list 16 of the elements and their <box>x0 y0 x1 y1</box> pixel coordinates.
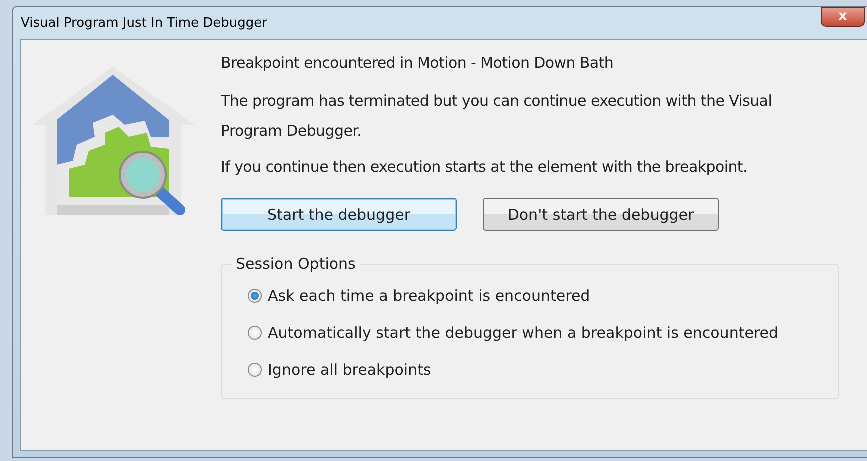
radio-option[interactable]: Ignore all breakpoints <box>248 351 838 388</box>
radio-button[interactable] <box>248 288 262 302</box>
option-label: Ignore all breakpoints <box>268 360 432 378</box>
group-title: Session Options <box>235 255 357 273</box>
radio-button[interactable] <box>248 326 262 340</box>
start-debugger-button[interactable]: Start the debugger <box>221 198 457 231</box>
radio-option[interactable]: Ask each time a breakpoint is encountered <box>248 277 838 314</box>
note-text: If you continue then execution starts at the element with the breakpoint. <box>221 158 748 176</box>
window-title: Visual Program Just In Time Debugger <box>21 16 268 30</box>
breakpoint-heading: Breakpoint encountered in Motion - Motion Down Bath <box>221 54 615 72</box>
message-text: The program has terminated but you can continue execution with the Visual Program Debugger. <box>221 91 774 142</box>
radio-option[interactable]: Automatically start the debugger when a breakpoint is encountered <box>248 314 838 351</box>
radio-button[interactable] <box>248 362 262 376</box>
option-label: Ask each time a breakpoint is encountered <box>268 286 590 304</box>
dont-start-button[interactable]: Don't start the debugger <box>483 198 719 231</box>
option-label: Automatically start the debugger when a breakpoint is encountered <box>268 324 779 342</box>
